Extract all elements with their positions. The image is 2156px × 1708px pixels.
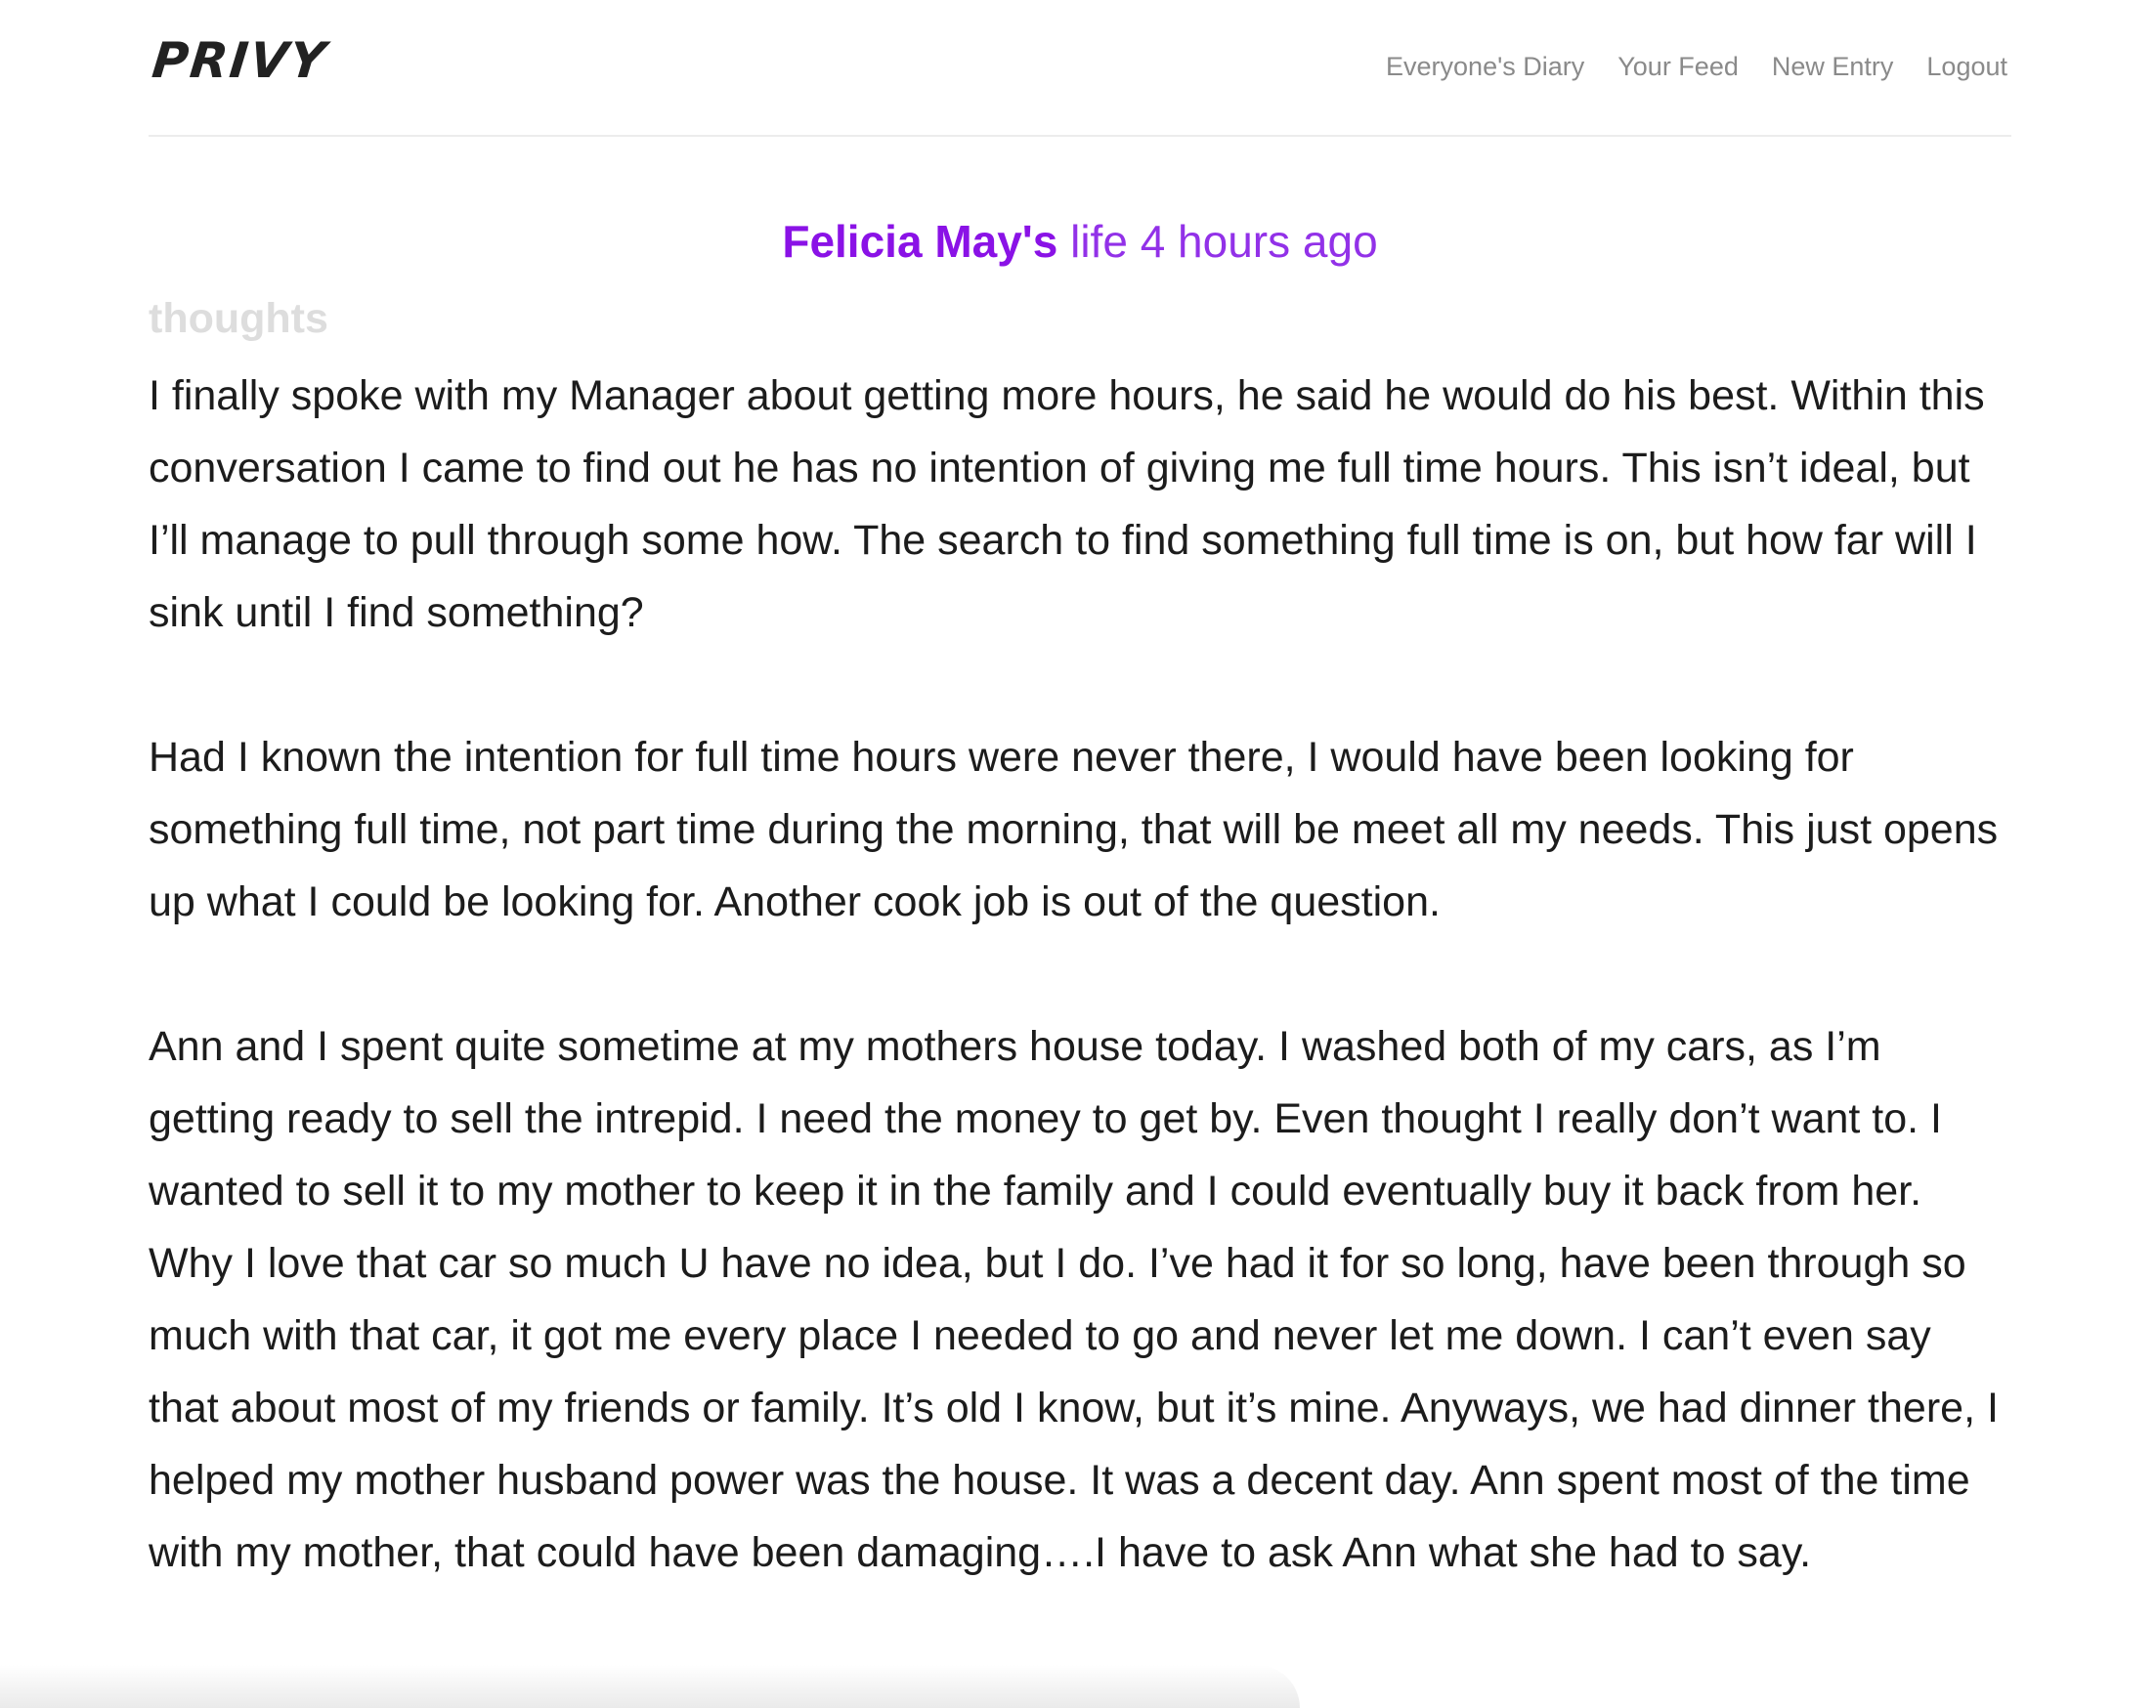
privy-logo[interactable]: PRIVY bbox=[150, 29, 330, 92]
entry-category: thoughts bbox=[149, 295, 328, 342]
nav-everyones-diary[interactable]: Everyone's Diary bbox=[1386, 47, 1584, 86]
entry-paragraph: Had I known the intention for full time … bbox=[149, 734, 1999, 925]
entry-header: Felicia May's life 4 hours ago bbox=[149, 211, 2011, 272]
entry-paragraph: Ann and I spent quite sometime at my mot… bbox=[149, 1023, 1999, 1576]
nav-logout[interactable]: Logout bbox=[1926, 47, 2007, 86]
page-container: PRIVY Everyone's Diary Your Feed New Ent… bbox=[149, 0, 2011, 1576]
bottom-scroll-shadow bbox=[0, 1665, 1300, 1708]
nav-your-feed[interactable]: Your Feed bbox=[1617, 47, 1739, 86]
entry-author-link[interactable]: Felicia May's bbox=[782, 216, 1057, 267]
entry-meta: life 4 hours ago bbox=[1070, 216, 1378, 267]
top-navbar: PRIVY Everyone's Diary Your Feed New Ent… bbox=[149, 0, 2011, 137]
main-nav: Everyone's Diary Your Feed New Entry Log… bbox=[1386, 47, 2007, 86]
entry-body: I finally spoke with my Manager about ge… bbox=[149, 360, 2011, 1589]
entry-paragraph: I finally spoke with my Manager about ge… bbox=[149, 372, 1985, 636]
nav-new-entry[interactable]: New Entry bbox=[1772, 47, 1894, 86]
